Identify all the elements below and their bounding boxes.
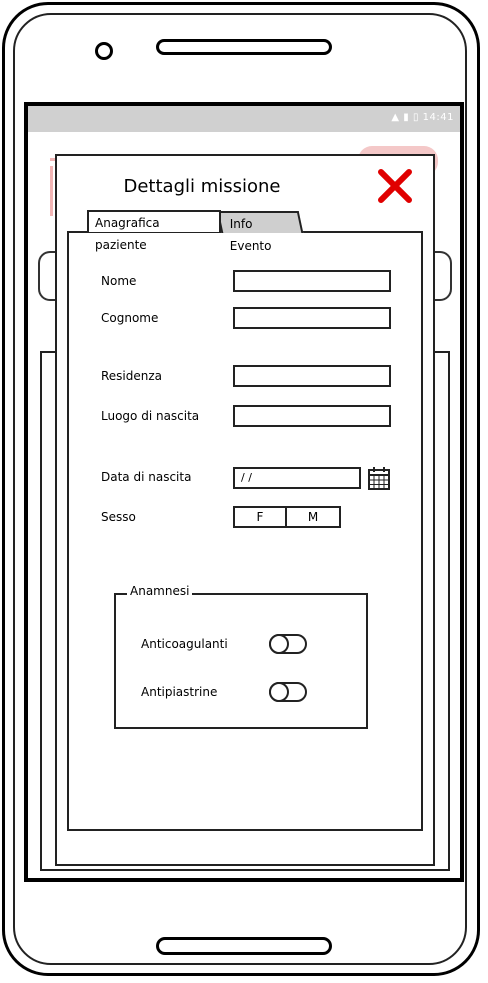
anamnesi-group — [114, 593, 368, 729]
speaker-grille — [156, 39, 332, 55]
cognome-label: Cognome — [101, 311, 159, 325]
tab-info-evento[interactable]: Info Evento — [216, 211, 304, 253]
anticoagulanti-label: Anticoagulanti — [141, 637, 228, 651]
status-time: 14:41 — [422, 112, 454, 123]
residenza-field[interactable] — [233, 365, 391, 387]
toggle-knob — [269, 634, 289, 654]
calendar-icon[interactable] — [367, 465, 391, 491]
antipiastrine-label: Antipiastrine — [141, 685, 218, 699]
tab-info-evento-label: Info Evento — [229, 217, 272, 253]
dialog-title: Dettagli missione — [123, 176, 281, 197]
antipiastrine-toggle[interactable] — [269, 682, 307, 702]
nome-label: Nome — [101, 274, 137, 288]
toggle-knob — [269, 682, 289, 702]
tab-anagrafica-paziente[interactable]: Anagrafica paziente — [87, 210, 221, 252]
sesso-option-f[interactable]: F — [233, 506, 287, 528]
sesso-option-m[interactable]: M — [285, 506, 341, 528]
battery-icon: ▯ — [412, 112, 419, 123]
status-bar-right: ▲ ▮ ▯ 14:41 — [391, 112, 454, 123]
anticoagulanti-toggle[interactable] — [269, 634, 307, 654]
cognome-field[interactable] — [233, 307, 391, 329]
screen: ▲ ▮ ▯ 14:41 Dettagli missione Info Event… — [24, 102, 464, 882]
luogo-nascita-label: Luogo di nascita — [101, 409, 200, 423]
camera-icon — [95, 42, 113, 60]
data-nascita-label: Data di nascita — [101, 470, 192, 484]
luogo-nascita-field[interactable] — [233, 405, 391, 427]
status-bar: ▲ ▮ ▯ 14:41 — [28, 106, 460, 132]
signal-icon: ▮ — [403, 112, 410, 123]
data-nascita-field[interactable]: / / — [233, 467, 361, 489]
residenza-label: Residenza — [101, 369, 163, 383]
wifi-icon: ▲ — [391, 112, 400, 123]
nome-field[interactable] — [233, 270, 391, 292]
close-icon[interactable] — [375, 166, 415, 206]
anamnesi-legend: Anamnesi — [127, 584, 193, 598]
sesso-label: Sesso — [101, 510, 136, 524]
home-button[interactable] — [156, 937, 332, 955]
mission-details-dialog: Dettagli missione Info Evento Anagrafica… — [55, 154, 435, 866]
